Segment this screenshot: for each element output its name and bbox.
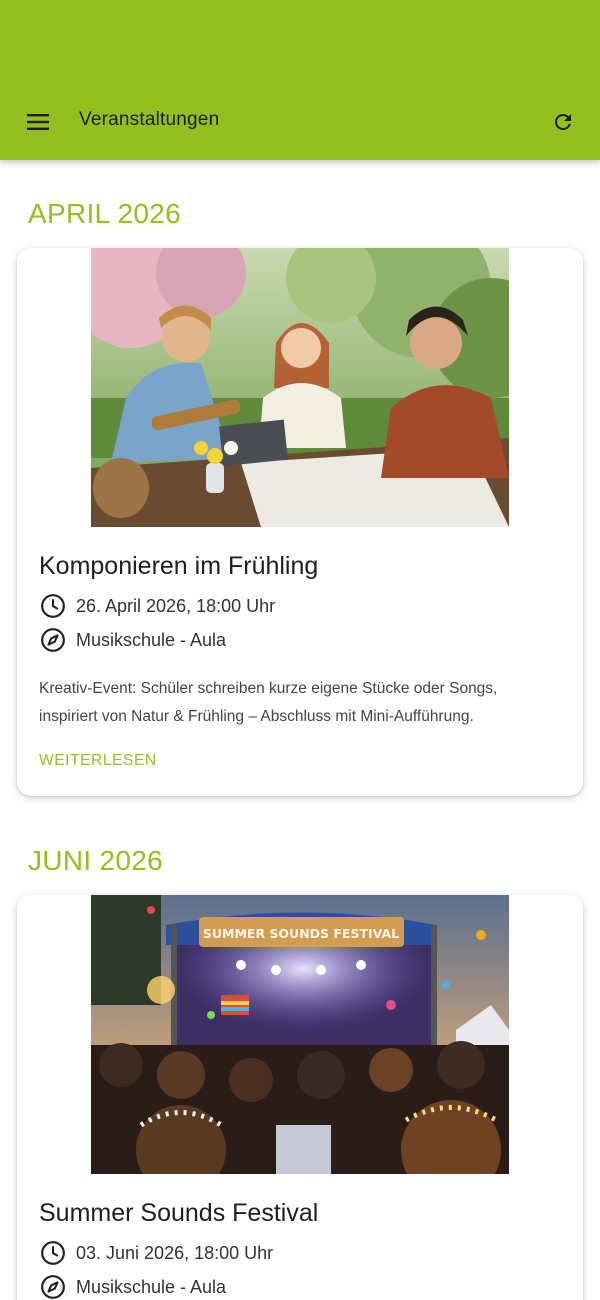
event-card[interactable]: SUMMER SOUNDS FESTIVAL Summer Sounds Fes… [17, 895, 583, 1300]
compass-icon [39, 1273, 67, 1300]
event-list: APRIL 2026 Komponieren im Frühling 26. A… [0, 160, 600, 1300]
read-more-link[interactable]: WEITERLESEN [39, 752, 157, 770]
month-header: APRIL 2026 [28, 198, 181, 229]
event-datetime-row: 03. Juni 2026, 18:00 Uhr [39, 1238, 273, 1268]
event-datetime-row: 26. April 2026, 18:00 Uhr [39, 591, 275, 621]
app-bar: Veranstaltungen [0, 0, 600, 160]
compass-icon [39, 626, 67, 654]
refresh-icon [555, 114, 571, 130]
event-datetime: 26. April 2026, 18:00 Uhr [76, 595, 276, 616]
event-location: Musikschule - Aula [76, 629, 227, 650]
event-image [91, 248, 509, 527]
menu-button[interactable] [22, 106, 54, 138]
menu-icon [27, 114, 49, 130]
event-location-row: Musikschule - Aula [39, 1272, 226, 1300]
event-title: Summer Sounds Festival [39, 1199, 319, 1227]
clock-icon [39, 592, 67, 620]
event-description: Kreativ-Event: Schüler schreiben kurze e… [39, 680, 498, 725]
event-location-row: Musikschule - Aula [39, 625, 226, 655]
event-datetime: 03. Juni 2026, 18:00 Uhr [76, 1242, 274, 1263]
page-title: Veranstaltungen [79, 109, 220, 130]
event-image: SUMMER SOUNDS FESTIVAL [91, 895, 509, 1174]
refresh-button[interactable] [546, 106, 580, 138]
event-location: Musikschule - Aula [76, 1276, 227, 1297]
event-title: Komponieren im Frühling [39, 552, 319, 580]
banner-text: SUMMER SOUNDS FESTIVAL [203, 926, 399, 941]
clock-icon [39, 1239, 67, 1267]
event-card[interactable]: Komponieren im Frühling 26. April 2026, … [17, 248, 583, 796]
month-header: JUNI 2026 [28, 845, 163, 876]
